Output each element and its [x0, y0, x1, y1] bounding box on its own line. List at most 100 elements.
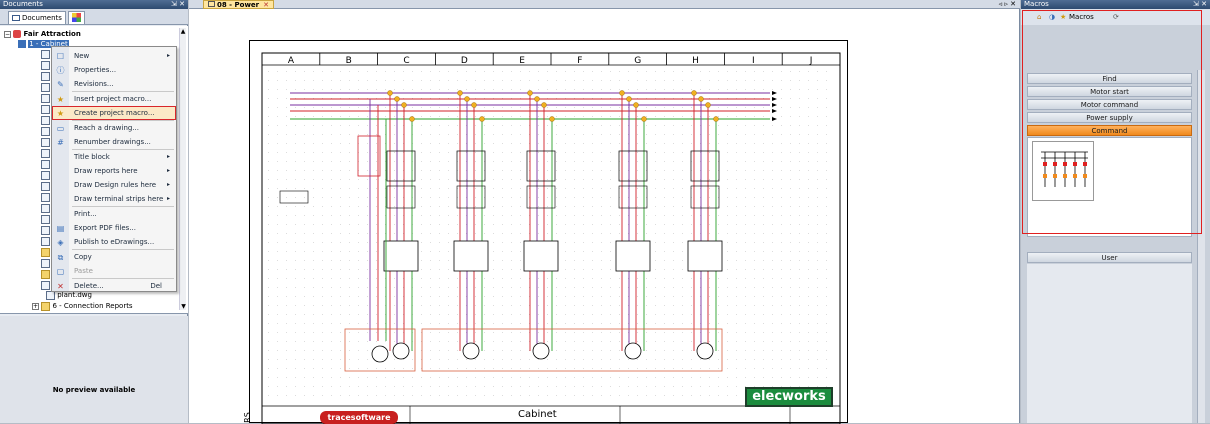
drawing-page-icon[interactable] — [41, 127, 50, 136]
macros-empty-area — [1027, 264, 1192, 423]
cabinet-icon — [18, 40, 26, 48]
drawing-tab-icon — [208, 1, 215, 7]
new-icon: ☐ — [56, 52, 65, 61]
drawing-page-icon[interactable] — [41, 281, 50, 290]
folder-icon[interactable] — [41, 270, 50, 279]
terminal-dot — [541, 102, 547, 108]
drawing-page-icon[interactable] — [41, 226, 50, 235]
bus-arrow — [772, 109, 777, 113]
close-icon[interactable]: ✕ — [263, 1, 269, 9]
motor-symbol — [462, 342, 480, 360]
menu-item-draw-reports-here[interactable]: Draw reports here ▸ — [52, 164, 176, 178]
collapse-icon[interactable]: − — [4, 30, 11, 38]
motor-symbol — [696, 342, 714, 360]
terminal-dot — [534, 96, 540, 102]
drawing-page-icon[interactable] — [41, 50, 50, 59]
drawing-page-icon[interactable] — [41, 215, 50, 224]
menu-item-label: Properties... — [74, 66, 117, 74]
menu-item-label: Reach a drawing... — [74, 124, 140, 132]
circuit-breaker — [690, 150, 720, 182]
submenu-arrow-icon: ▸ — [166, 167, 170, 174]
terminal-dot — [691, 90, 697, 96]
drawing-page-icon[interactable] — [41, 259, 50, 268]
drive-unit — [523, 240, 559, 272]
tree-item-reports-label: 6 - Connection Reports — [52, 302, 133, 310]
macro-create-icon: ★ — [56, 109, 65, 118]
drive-unit — [383, 240, 419, 272]
tree-scrollbar[interactable]: ▲ ▼ — [179, 28, 186, 310]
drawing-page-icon[interactable] — [41, 83, 50, 92]
publisher-text: tracesoftware — [327, 413, 391, 422]
menu-item-new[interactable]: ☐ New ▸ — [52, 49, 176, 63]
publisher-logo: tracesoftware — [320, 411, 398, 424]
terminal-dot — [713, 116, 719, 122]
project-icon — [13, 30, 22, 38]
column-label: B — [346, 56, 352, 66]
side-component — [279, 190, 309, 204]
menu-item-label: Insert project macro... — [74, 95, 152, 103]
menu-item-paste[interactable]: ▢ Paste — [52, 264, 176, 278]
tab-components[interactable] — [68, 11, 85, 24]
star-icon: ★ — [56, 95, 65, 104]
drawing-page-icon[interactable] — [41, 138, 50, 147]
menu-item-revisions[interactable]: ✎ Revisions... — [52, 77, 176, 91]
terminal-dot — [479, 116, 485, 122]
drawing-page-icon[interactable] — [41, 237, 50, 246]
drawing-page-icon[interactable] — [41, 94, 50, 103]
menu-item-properties[interactable]: ⓘ Properties... — [52, 63, 176, 77]
menu-item-renumber-drawings[interactable]: # Renumber drawings... — [52, 135, 176, 149]
terminal-dot — [705, 102, 711, 108]
menu-item-insert-project-macro[interactable]: ★ Insert project macro... — [52, 92, 176, 106]
macros-title-label: Macros — [1024, 0, 1049, 8]
drawing-page-icon[interactable] — [41, 61, 50, 70]
menu-item-label: Export PDF files... — [74, 224, 136, 232]
drawing-page-icon[interactable] — [41, 193, 50, 202]
drawing-sheet[interactable]: A B C D E F G H I J Cabinet tracesoftware elecwor… — [243, 40, 848, 424]
menu-item-label: Delete... — [74, 282, 104, 290]
document-nav-controls[interactable]: ◃ ▹ ✕ — [999, 0, 1016, 9]
components-tab-icon — [72, 13, 81, 22]
terminal-dot — [401, 102, 407, 108]
expand-icon[interactable]: + — [32, 302, 39, 310]
drawing-page-icon[interactable] — [41, 204, 50, 213]
drawing-page-icon[interactable] — [41, 160, 50, 169]
menu-item-draw-design-rules-here[interactable]: Draw Design rules here ▸ — [52, 178, 176, 192]
menu-item-print[interactable]: Print... — [52, 207, 176, 221]
menu-item-label: Draw terminal strips here — [74, 195, 164, 203]
drawing-page-icon[interactable] — [41, 149, 50, 158]
folder-icon[interactable] — [41, 248, 50, 257]
menu-item-publish-to-edrawings[interactable]: ◈ Publish to eDrawings... — [52, 235, 176, 249]
menu-item-delete[interactable]: ✕ Delete... Del — [52, 279, 176, 293]
drawing-page-icon[interactable] — [41, 105, 50, 114]
macro-category-user[interactable]: User — [1027, 252, 1192, 263]
menu-item-copy[interactable]: ⧉ Copy — [52, 250, 176, 264]
left-margin-mark: RS — [242, 412, 252, 423]
scroll-down-icon[interactable]: ▼ — [180, 303, 187, 310]
documents-panel-controls[interactable]: ⇲ ✕ — [171, 0, 185, 9]
drawing-page-icon[interactable] — [41, 171, 50, 180]
macros-panel-controls[interactable]: ⇲ ✕ — [1193, 0, 1207, 9]
submenu-arrow-icon: ▸ — [166, 52, 170, 59]
scroll-up-icon[interactable]: ▲ — [180, 28, 186, 35]
drawing-page-icon[interactable] — [41, 72, 50, 81]
column-label: J — [809, 56, 813, 66]
paste-icon: ▢ — [56, 267, 65, 276]
drawing-page-icon[interactable] — [41, 182, 50, 191]
menu-item-reach-a-drawing[interactable]: ▭ Reach a drawing... — [52, 121, 176, 135]
tree-item-reports[interactable]: + 6 - Connection Reports — [32, 301, 133, 312]
menu-item-create-project-macro[interactable]: ★ Create project macro... — [52, 106, 176, 120]
terminal-dot — [698, 96, 704, 102]
drive-unit — [687, 240, 723, 272]
documents-title-label: Documents — [3, 0, 43, 8]
drawing-page-icon[interactable] — [41, 116, 50, 125]
terminal-dot — [626, 96, 632, 102]
submenu-arrow-icon: ▸ — [166, 181, 170, 188]
title-block-title: Cabinet — [518, 409, 557, 420]
terminal-dot — [394, 96, 400, 102]
edrawings-icon: ◈ — [57, 238, 64, 247]
menu-item-draw-terminal-strips-here[interactable]: Draw terminal strips here ▸ — [52, 192, 176, 206]
menu-item-export-pdf-files[interactable]: ▤ Export PDF files... — [52, 221, 176, 235]
tab-documents[interactable]: Documents — [8, 11, 66, 24]
menu-item-title-block[interactable]: Title block ▸ — [52, 150, 176, 164]
tab-08-power[interactable]: 08 - Power ✕ — [203, 0, 275, 9]
